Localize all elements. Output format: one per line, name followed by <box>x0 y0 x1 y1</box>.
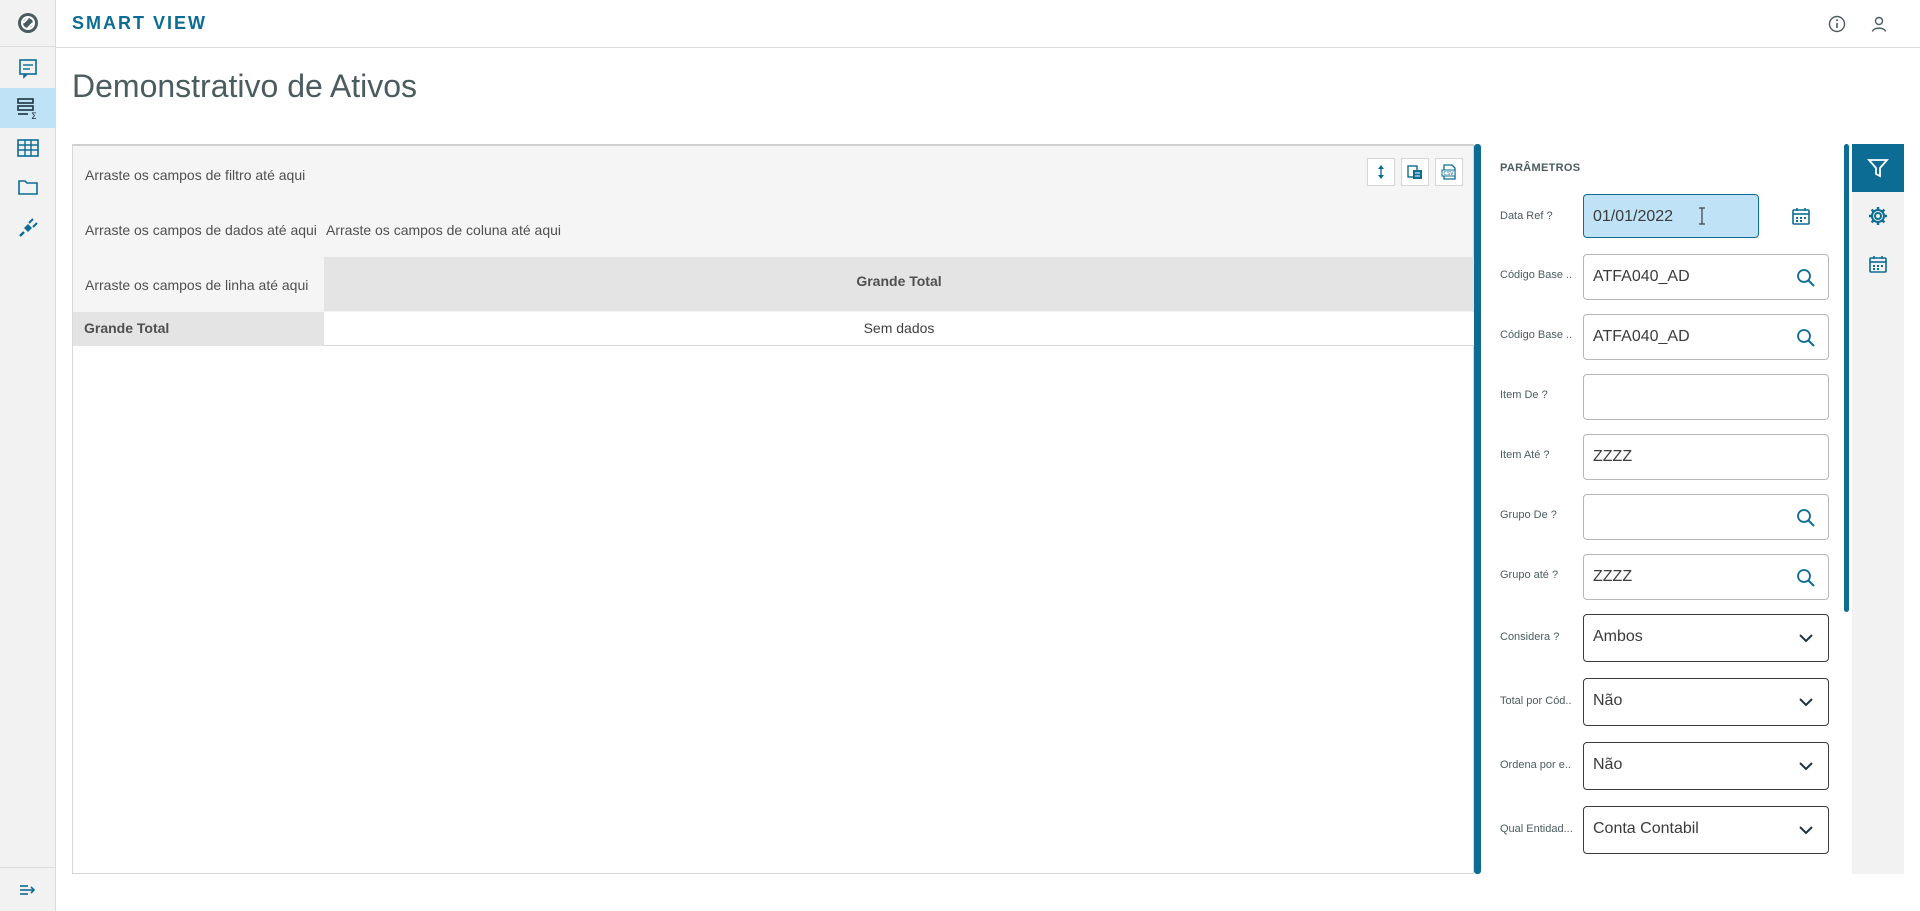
user-icon[interactable] <box>1867 12 1891 36</box>
grand-total-column-header: Grande Total <box>324 257 1474 311</box>
page-title: Demonstrativo de Ativos <box>72 68 418 104</box>
date-picker-icon[interactable] <box>1786 201 1816 231</box>
grupo-de-input[interactable] <box>1583 494 1829 540</box>
field-value: ATFA040_AD <box>1593 268 1690 285</box>
chevron-down-icon <box>1794 754 1818 778</box>
analysis-icon[interactable]: Σ <box>0 88 56 128</box>
considera-select[interactable]: Ambos <box>1583 614 1829 662</box>
field-value: ATFA040_AD <box>1593 328 1690 345</box>
report-icon[interactable] <box>0 48 56 88</box>
param-label: Data Ref ? <box>1500 210 1553 222</box>
app-logo-icon[interactable] <box>0 0 56 47</box>
codigo-base-input-1[interactable]: ATFA040_AD <box>1583 254 1829 300</box>
search-icon[interactable] <box>1794 266 1818 290</box>
filter-drop-zone[interactable]: Arraste os campos de filtro até aqui <box>85 167 305 183</box>
calendar-icon[interactable] <box>1852 240 1904 288</box>
grupo-ate-input[interactable]: ZZZZ <box>1583 554 1829 600</box>
svg-text:CSV: CSV <box>1444 171 1455 177</box>
side-tabs <box>1852 144 1904 874</box>
param-label: Código Base ... <box>1500 269 1572 281</box>
chevron-down-icon <box>1794 626 1818 650</box>
ordena-por-select[interactable]: Não <box>1583 742 1829 790</box>
field-value: Não <box>1593 692 1623 709</box>
search-icon[interactable] <box>1794 506 1818 530</box>
date-ref-input[interactable]: 01/01/2022 <box>1583 194 1759 238</box>
param-label: Considera ? <box>1500 631 1560 643</box>
table-icon[interactable] <box>0 128 56 168</box>
pivot-toolbar: CSV <box>1367 158 1463 186</box>
info-icon[interactable] <box>1825 12 1849 36</box>
no-data-cell: Sem dados <box>324 312 1474 346</box>
item-ate-input[interactable]: ZZZZ <box>1583 434 1829 480</box>
field-value: Conta Contabil <box>1593 820 1699 837</box>
row-drop-zone[interactable]: Arraste os campos de linha até aqui <box>85 277 308 293</box>
grand-total-row-header: Grande Total <box>73 312 324 346</box>
item-de-input[interactable] <box>1583 374 1829 420</box>
filter-icon[interactable] <box>1852 144 1904 192</box>
total-por-cod-select[interactable]: Não <box>1583 678 1829 726</box>
expand-menu-icon[interactable] <box>0 867 56 911</box>
search-icon[interactable] <box>1794 326 1818 350</box>
parameters-panel: PARÂMETROS Data Ref ? 01/01/2022 Código … <box>1474 144 1850 874</box>
plug-icon[interactable] <box>0 208 56 248</box>
pivot-grid: Arraste os campos de filtro até aqui Arr… <box>72 144 1474 874</box>
panel-divider <box>1474 144 1481 874</box>
svg-text:Σ: Σ <box>31 112 37 120</box>
left-rail: Σ <box>0 0 56 911</box>
param-label: Item De ? <box>1500 389 1548 401</box>
chevron-down-icon <box>1794 818 1818 842</box>
param-label: Ordena por e... <box>1500 759 1572 771</box>
data-drop-zone[interactable]: Arraste os campos de dados até aqui <box>85 222 317 238</box>
panel-scrollbar[interactable] <box>1844 144 1849 612</box>
param-label: Código Base ... <box>1500 329 1572 341</box>
qual-entidade-select[interactable]: Conta Contabil <box>1583 806 1829 854</box>
codigo-base-input-2[interactable]: ATFA040_AD <box>1583 314 1829 360</box>
export-icon[interactable] <box>1401 158 1429 186</box>
column-drop-zone[interactable]: Arraste os campos de coluna até aqui <box>326 222 561 238</box>
parameters-title: PARÂMETROS <box>1500 162 1581 174</box>
chevron-down-icon <box>1794 690 1818 714</box>
settings-icon[interactable] <box>1852 192 1904 240</box>
field-value: Ambos <box>1593 628 1643 645</box>
param-label: Grupo De ? <box>1500 509 1557 521</box>
csv-icon[interactable]: CSV <box>1435 158 1463 186</box>
field-chooser-icon[interactable] <box>1367 158 1395 186</box>
param-label: Total por Cód... <box>1500 695 1572 707</box>
param-label: Item Até ? <box>1500 449 1550 461</box>
brand-title: SMART VIEW <box>72 13 207 33</box>
search-icon[interactable] <box>1794 566 1818 590</box>
param-label: Grupo até ? <box>1500 569 1559 581</box>
folder-icon[interactable] <box>0 167 56 207</box>
field-value: Não <box>1593 756 1623 773</box>
param-label: Qual Entidad... <box>1500 823 1572 835</box>
field-value: ZZZZ <box>1593 568 1633 585</box>
text-cursor-icon <box>1697 206 1707 226</box>
top-bar: SMART VIEW <box>56 0 1920 48</box>
